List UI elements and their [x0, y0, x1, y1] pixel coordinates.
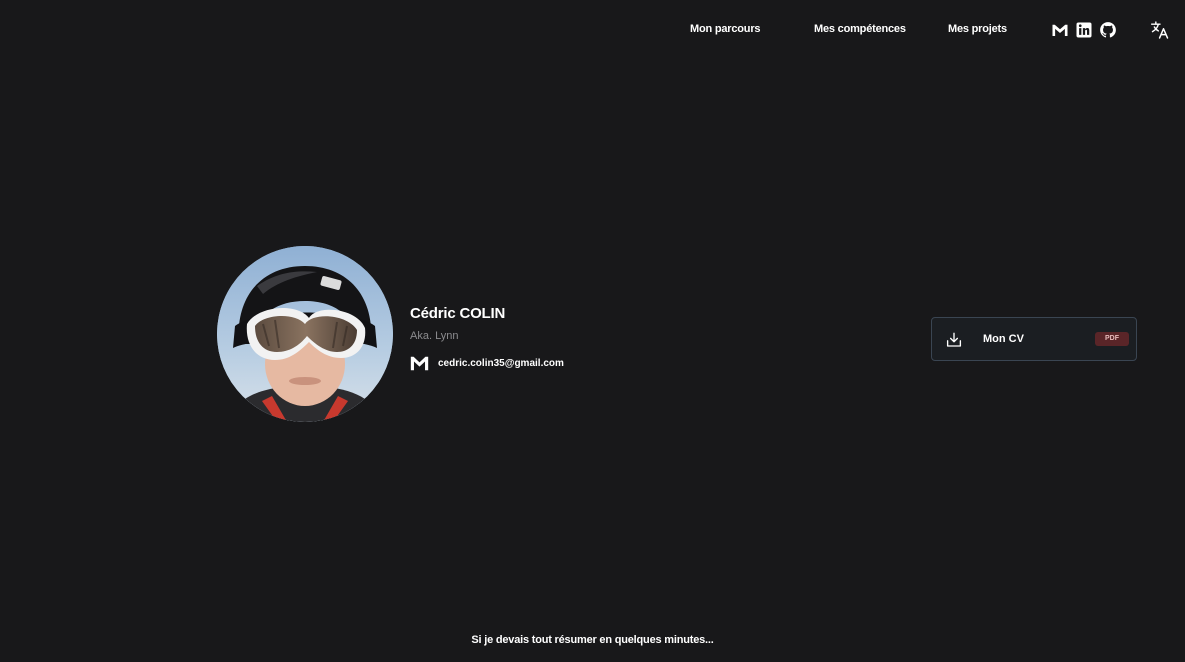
gmail-icon [410, 356, 429, 371]
github-icon[interactable] [1099, 21, 1117, 39]
nav-link-parcours[interactable]: Mon parcours [690, 23, 761, 35]
avatar [217, 246, 393, 422]
download-icon [945, 331, 963, 349]
email-address: cedric.colin35@gmail.com [438, 357, 564, 369]
download-cv-button[interactable]: Mon CV PDF [931, 317, 1137, 361]
page: Mon parcours Mes compétences Mes projets [0, 0, 1185, 662]
nav-link-competences[interactable]: Mes compétences [814, 23, 906, 35]
pdf-badge: PDF [1095, 332, 1129, 346]
email-link[interactable]: cedric.colin35@gmail.com [410, 354, 564, 372]
nav-link-projets[interactable]: Mes projets [948, 23, 1007, 35]
profile-name: Cédric COLIN [410, 305, 506, 322]
gmail-icon[interactable] [1051, 21, 1069, 39]
linkedin-icon[interactable] [1075, 21, 1093, 39]
cv-label: Mon CV [983, 333, 1024, 345]
summary-heading: Si je devais tout résumer en quelques mi… [471, 634, 714, 646]
profile-alias: Aka. Lynn [410, 330, 459, 342]
translate-icon[interactable] [1150, 20, 1170, 40]
